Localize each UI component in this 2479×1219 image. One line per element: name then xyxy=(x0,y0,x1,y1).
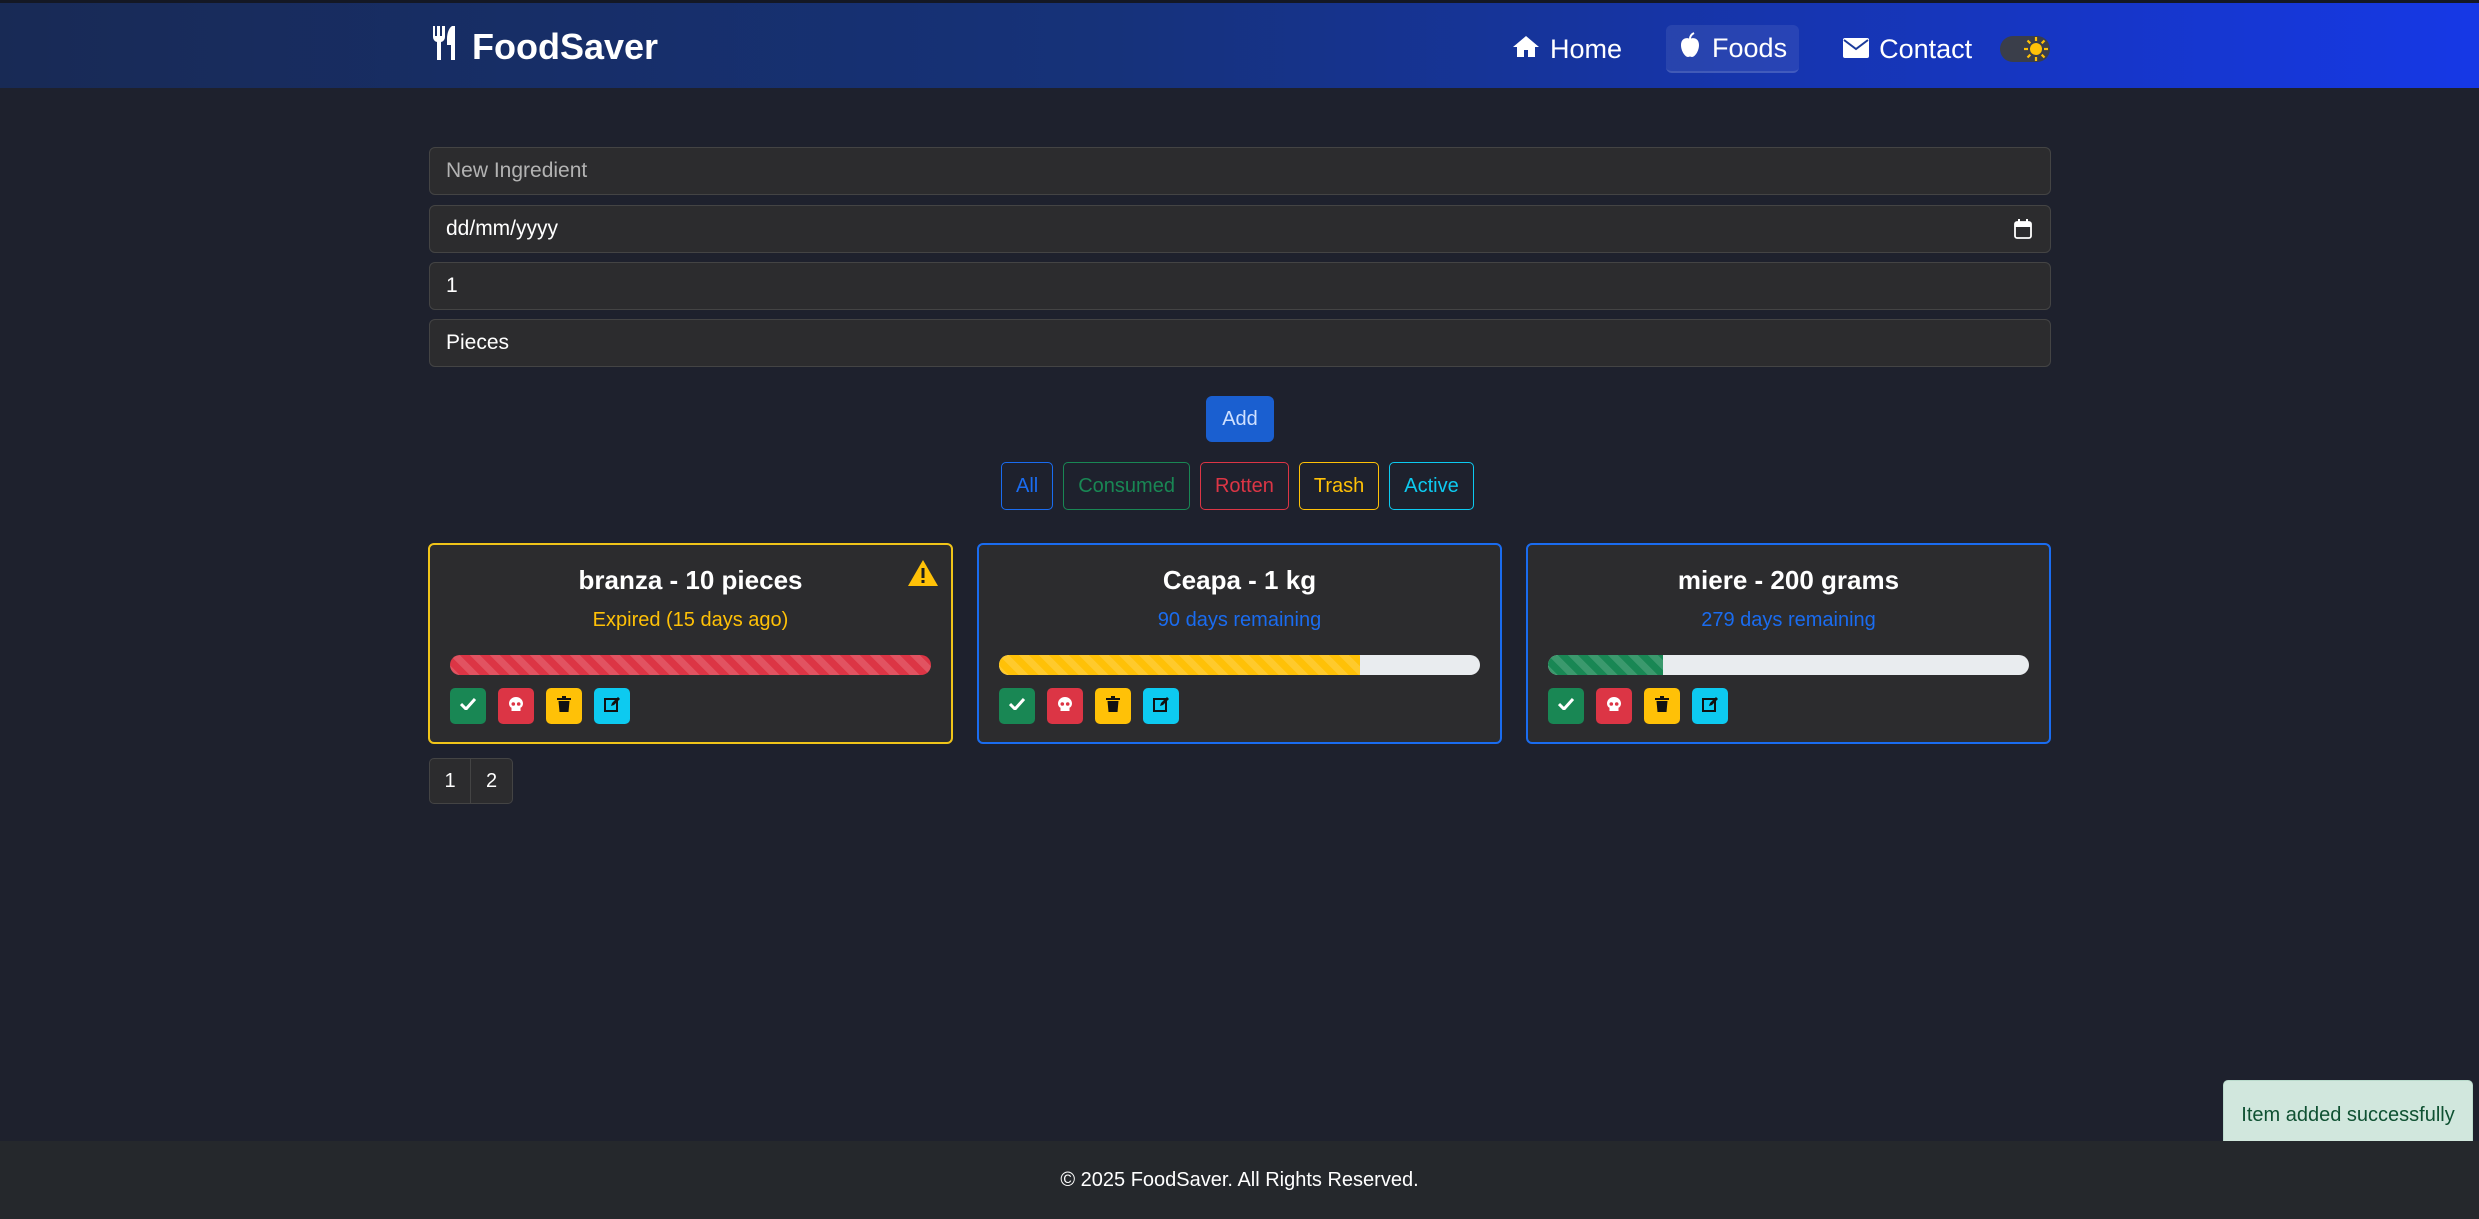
nav-home-label: Home xyxy=(1550,33,1623,64)
sun-icon xyxy=(2024,37,2048,61)
progress-bar xyxy=(1548,655,2029,675)
check-icon xyxy=(1008,697,1026,715)
progress-bar xyxy=(999,655,1480,675)
card-title: Ceapa - 1 kg xyxy=(1162,565,1317,595)
edit-icon xyxy=(1702,696,1718,717)
trash-button[interactable] xyxy=(1095,688,1131,724)
nav-links: Home Foods Contact xyxy=(1500,25,2016,73)
rotten-button[interactable] xyxy=(1047,688,1083,724)
brand-name: FoodSaver xyxy=(472,26,659,67)
edit-button[interactable] xyxy=(1692,688,1728,724)
warning-icon xyxy=(907,559,939,592)
calendar-icon[interactable] xyxy=(2014,219,2032,245)
add-button[interactable]: Add xyxy=(1206,396,1274,442)
apple-icon xyxy=(1678,31,1702,65)
edit-button[interactable] xyxy=(1143,688,1179,724)
theme-toggle[interactable] xyxy=(2000,36,2050,62)
nav-contact-label: Contact xyxy=(1879,33,1973,64)
nav-contact[interactable]: Contact xyxy=(1831,25,1984,73)
trash-icon xyxy=(1106,695,1120,717)
skull-icon xyxy=(508,696,524,717)
check-icon xyxy=(459,697,477,715)
trash-icon xyxy=(1655,695,1669,717)
edit-icon xyxy=(1153,696,1169,717)
brand[interactable]: FoodSaver xyxy=(430,25,658,69)
nav-home[interactable]: Home xyxy=(1500,25,1634,73)
quantity-value: 1 xyxy=(446,274,458,297)
page-1[interactable]: 1 xyxy=(429,758,471,804)
progress-fill xyxy=(999,655,1360,675)
nav-foods[interactable]: Foods xyxy=(1666,25,1800,73)
nav-foods-label: Foods xyxy=(1712,32,1788,63)
consume-button[interactable] xyxy=(1548,688,1584,724)
food-card: miere - 200 grams 279 days remaining xyxy=(1526,543,2051,744)
progress-bar xyxy=(450,655,931,675)
date-placeholder: dd/mm/yyyy xyxy=(446,217,559,240)
utensils-icon xyxy=(430,24,460,71)
filter-rotten[interactable]: Rotten xyxy=(1199,462,1289,510)
filter-consumed[interactable]: Consumed xyxy=(1063,462,1190,510)
skull-icon xyxy=(1057,696,1073,717)
home-icon xyxy=(1512,34,1540,65)
skull-icon xyxy=(1606,696,1622,717)
card-actions xyxy=(1548,688,1728,724)
success-toast: Item added successfully xyxy=(2223,1080,2473,1150)
card-status: 279 days remaining xyxy=(1701,609,1876,631)
rotten-button[interactable] xyxy=(1596,688,1632,724)
navbar: FoodSaver Home Foods Contact xyxy=(0,0,2479,88)
ingredient-input[interactable] xyxy=(429,147,2051,195)
filter-group: All Consumed Rotten Trash Active xyxy=(1001,462,1474,510)
unit-select[interactable]: Pieces xyxy=(429,319,2051,367)
progress-fill xyxy=(1548,655,1664,675)
food-card: Ceapa - 1 kg 90 days remaining xyxy=(977,543,1502,744)
edit-button[interactable] xyxy=(594,688,630,724)
filter-trash[interactable]: Trash xyxy=(1298,462,1380,510)
card-actions xyxy=(999,688,1179,724)
expiry-date-input[interactable]: dd/mm/yyyy xyxy=(429,205,2051,253)
trash-icon xyxy=(557,695,571,717)
progress-fill xyxy=(450,655,931,675)
check-icon xyxy=(1557,697,1575,715)
consume-button[interactable] xyxy=(450,688,486,724)
copyright-text: © 2025 FoodSaver. All Rights Reserved. xyxy=(1060,1168,1419,1191)
filter-active[interactable]: Active xyxy=(1389,462,1474,510)
trash-button[interactable] xyxy=(546,688,582,724)
unit-value: Pieces xyxy=(446,331,510,354)
quantity-input[interactable]: 1 xyxy=(429,262,2051,310)
trash-button[interactable] xyxy=(1644,688,1680,724)
food-card: branza - 10 pieces Expired (15 days ago) xyxy=(428,543,953,744)
card-title: branza - 10 pieces xyxy=(578,565,803,595)
filter-all[interactable]: All xyxy=(1001,462,1054,510)
card-status: Expired (15 days ago) xyxy=(592,609,789,631)
edit-icon xyxy=(604,696,620,717)
envelope-icon xyxy=(1843,34,1870,65)
consume-button[interactable] xyxy=(999,688,1035,724)
page-2[interactable]: 2 xyxy=(471,758,513,804)
rotten-button[interactable] xyxy=(498,688,534,724)
pagination: 1 2 xyxy=(429,758,513,804)
card-status: 90 days remaining xyxy=(1157,609,1322,631)
card-title: miere - 200 grams xyxy=(1677,565,1900,595)
card-actions xyxy=(450,688,630,724)
footer: © 2025 FoodSaver. All Rights Reserved. xyxy=(0,1141,2479,1219)
